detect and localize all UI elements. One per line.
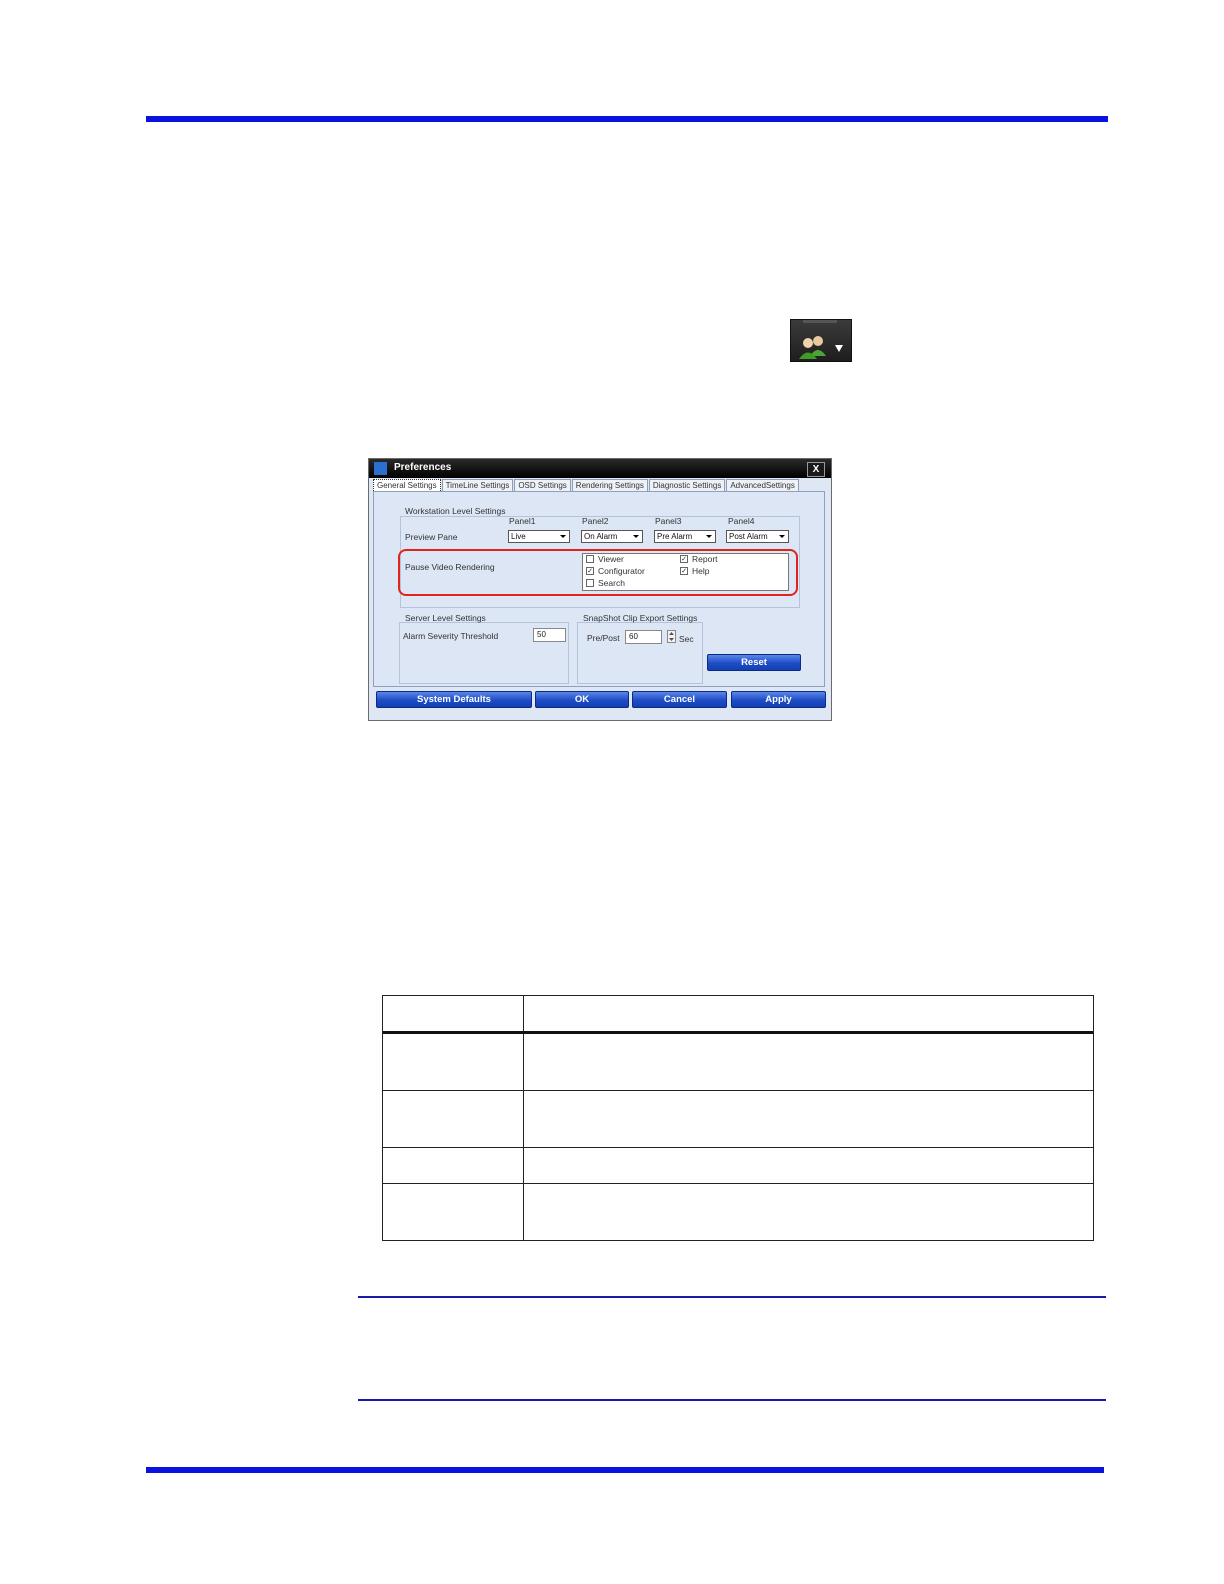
seconds-unit-label: Sec <box>679 634 694 644</box>
panel4-select[interactable]: Post Alarm <box>726 530 789 543</box>
panel1-select[interactable]: Live <box>508 530 570 543</box>
checkbox-viewer[interactable] <box>586 555 594 563</box>
panel4-label: Panel4 <box>728 516 755 526</box>
checkbox-configurator-label: Configurator <box>598 566 645 576</box>
prepost-label: Pre/Post <box>587 633 620 643</box>
panel4-value: Post Alarm <box>729 532 768 541</box>
cancel-button[interactable]: Cancel <box>632 691 727 708</box>
checkbox-help[interactable]: ✓ <box>680 567 688 575</box>
general-settings-panel: Workstation Level Settings Panel1 Panel2… <box>373 491 825 687</box>
alarm-severity-threshold-label: Alarm Severity Threshold <box>403 631 499 641</box>
checkbox-viewer-label: Viewer <box>598 554 624 564</box>
content-table <box>382 995 1094 1241</box>
table-row-divider <box>383 1183 1093 1184</box>
checkbox-report[interactable]: ✓ <box>680 555 688 563</box>
alarm-severity-threshold-input[interactable]: 50 <box>533 628 566 642</box>
users-toolbar-button[interactable] <box>790 319 852 362</box>
table-header-divider <box>383 1031 1093 1034</box>
panel3-select[interactable]: Pre Alarm <box>654 530 716 543</box>
preferences-dialog: Preferences X General Settings TimeLine … <box>368 458 832 721</box>
panel1-value: Live <box>511 532 526 541</box>
ok-button[interactable]: OK <box>535 691 629 708</box>
chevron-down-icon <box>560 535 566 538</box>
chevron-down-icon <box>633 535 639 538</box>
chevron-down-icon <box>779 535 785 538</box>
checkbox-configurator[interactable]: ✓ <box>586 567 594 575</box>
server-group-label: Server Level Settings <box>405 613 486 623</box>
apply-button[interactable]: Apply <box>731 691 826 708</box>
table-row-divider <box>383 1090 1093 1091</box>
panel2-label: Panel2 <box>582 516 609 526</box>
close-icon[interactable]: X <box>807 462 825 477</box>
system-defaults-button[interactable]: System Defaults <box>376 691 532 708</box>
panel1-label: Panel1 <box>509 516 536 526</box>
checkbox-help-label: Help <box>692 566 710 576</box>
panel2-value: On Alarm <box>584 532 618 541</box>
panel2-select[interactable]: On Alarm <box>581 530 643 543</box>
header-rule <box>146 116 1108 122</box>
table-row-divider <box>383 1147 1093 1148</box>
panel3-value: Pre Alarm <box>657 532 693 541</box>
dialog-title: Preferences <box>394 462 452 473</box>
prepost-stepper[interactable] <box>667 630 676 643</box>
app-logo-icon <box>374 462 387 475</box>
workstation-group-label: Workstation Level Settings <box>405 506 506 516</box>
stepper-arrows-icon <box>669 632 674 641</box>
dialog-titlebar: Preferences X <box>369 459 831 478</box>
note-bottom-rule <box>358 1399 1106 1401</box>
chevron-down-icon <box>835 345 843 352</box>
checkbox-search-label: Search <box>598 578 625 588</box>
pause-video-rendering-label: Pause Video Rendering <box>405 562 495 572</box>
note-top-rule <box>358 1296 1106 1298</box>
chevron-down-icon <box>706 535 712 538</box>
panel3-label: Panel3 <box>655 516 682 526</box>
checkbox-search[interactable] <box>586 579 594 587</box>
reset-button[interactable]: Reset <box>707 654 801 671</box>
prepost-input[interactable]: 60 <box>625 630 662 644</box>
footer-rule <box>146 1467 1104 1473</box>
preview-pane-label: Preview Pane <box>405 532 458 542</box>
checkbox-report-label: Report <box>692 554 718 564</box>
snapshot-group-label: SnapShot Clip Export Settings <box>583 613 698 623</box>
